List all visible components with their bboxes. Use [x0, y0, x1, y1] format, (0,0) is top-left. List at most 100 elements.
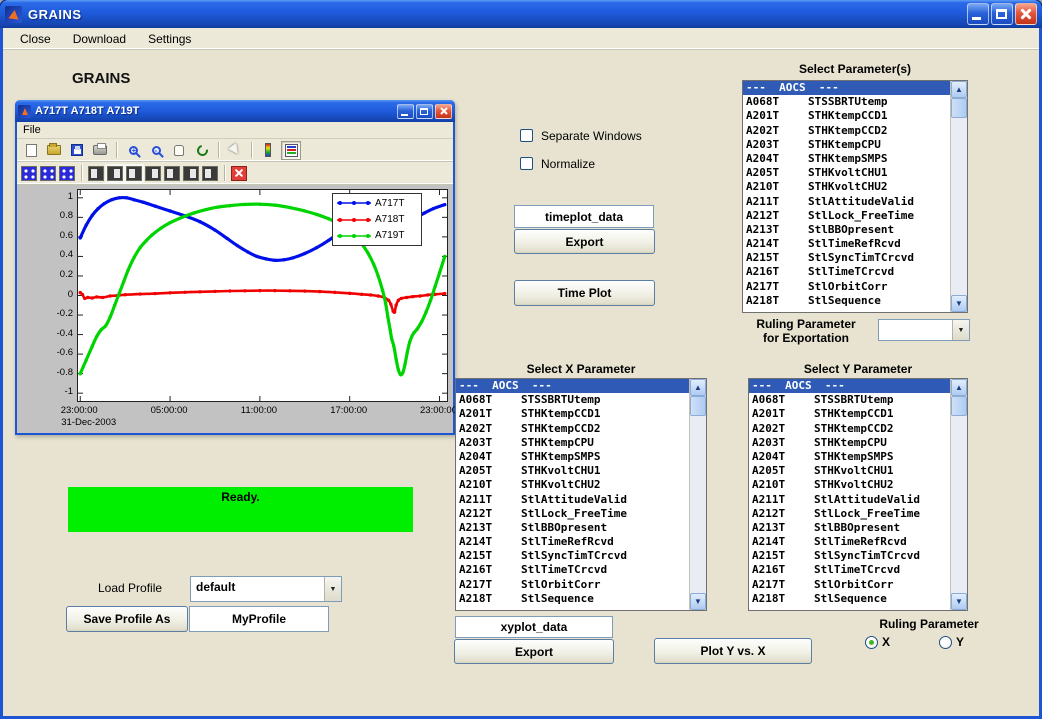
title-bar[interactable]: GRAINS: [0, 0, 1042, 28]
list-item[interactable]: A216TStlTimeTCrcvd: [743, 265, 950, 279]
close-button[interactable]: [1015, 3, 1037, 25]
timeplot-data-field[interactable]: [514, 205, 654, 228]
subplot-blue-3-icon[interactable]: [59, 166, 75, 181]
list-item[interactable]: A205TSTHKvoltCHU1: [456, 464, 689, 478]
select-x-parameter-list[interactable]: --- AOCS ---A068TSTSSBRTUtempA201TSTHKte…: [455, 378, 707, 611]
pan-icon[interactable]: [169, 141, 189, 160]
list-item[interactable]: A204TSTHKtempSMPS: [743, 152, 950, 166]
list-item[interactable]: A215TStlSyncTimTCrcvd: [456, 549, 689, 563]
close-plots-icon[interactable]: [231, 166, 247, 181]
list-item[interactable]: A218TStlSequence: [456, 592, 689, 606]
list-item[interactable]: --- AOCS ---: [749, 379, 950, 393]
separate-windows-checkbox[interactable]: [520, 129, 533, 142]
subplot-blue-2-icon[interactable]: [40, 166, 56, 181]
list-item[interactable]: A214TStlTimeRefRcvd: [743, 237, 950, 251]
figure-title-bar[interactable]: A717T A718T A719T: [15, 100, 455, 122]
list-item[interactable]: A217TStlOrbitCorr: [743, 280, 950, 294]
list-item[interactable]: A213TStlBBOpresent: [456, 521, 689, 535]
print-icon[interactable]: [90, 141, 110, 160]
radio-x-icon[interactable]: [865, 636, 878, 649]
list-item[interactable]: A210TSTHKvoltCHU2: [749, 478, 950, 492]
list-item[interactable]: A202TSTHKtempCCD2: [743, 124, 950, 138]
scroll-up-icon[interactable]: ▲: [951, 81, 967, 98]
time-plot-button[interactable]: Time Plot: [514, 280, 655, 306]
list-item[interactable]: --- AOCS ---: [743, 81, 950, 95]
list-item[interactable]: A202TSTHKtempCCD2: [456, 422, 689, 436]
list-item[interactable]: A216TStlTimeTCrcvd: [749, 563, 950, 577]
minimize-button[interactable]: [967, 3, 989, 25]
list-item[interactable]: A210TSTHKvoltCHU2: [743, 180, 950, 194]
list-item[interactable]: A201TSTHKtempCCD1: [749, 407, 950, 421]
layout-3-icon[interactable]: [126, 166, 142, 181]
ruling-y-radio[interactable]: Y: [939, 635, 964, 649]
figure-minimize-button[interactable]: [397, 104, 414, 119]
xyplot-data-field[interactable]: [455, 616, 613, 638]
figure-close-button[interactable]: [435, 104, 452, 119]
list-item[interactable]: A211TStlAttitudeValid: [456, 493, 689, 507]
menu-close[interactable]: Close: [11, 30, 60, 48]
normalize-checkbox[interactable]: [520, 157, 533, 170]
figure-menu-file[interactable]: File: [17, 123, 47, 137]
data-cursor-icon[interactable]: [225, 141, 245, 160]
list-item[interactable]: A217TStlOrbitCorr: [749, 578, 950, 592]
vertical-scrollbar[interactable]: ▲▼: [950, 379, 967, 610]
list-item[interactable]: A213TStlBBOpresent: [749, 521, 950, 535]
list-item[interactable]: A203TSTHKtempCPU: [749, 436, 950, 450]
list-item[interactable]: A203TSTHKtempCPU: [456, 436, 689, 450]
save-profile-as-button[interactable]: Save Profile As: [66, 606, 188, 632]
list-item[interactable]: A217TStlOrbitCorr: [456, 578, 689, 592]
scroll-up-icon[interactable]: ▲: [951, 379, 967, 396]
radio-y-icon[interactable]: [939, 636, 952, 649]
subplot-blue-1-icon[interactable]: [21, 166, 37, 181]
scroll-down-icon[interactable]: ▼: [690, 593, 706, 610]
list-item[interactable]: A218TStlSequence: [749, 592, 950, 606]
select-parameters-list[interactable]: --- AOCS ---A068TSTSSBRTUtempA201TSTHKte…: [742, 80, 968, 313]
list-item[interactable]: A201TSTHKtempCCD1: [743, 109, 950, 123]
list-item[interactable]: A214TStlTimeRefRcvd: [456, 535, 689, 549]
list-item[interactable]: A201TSTHKtempCCD1: [456, 407, 689, 421]
list-item[interactable]: A212TStlLock_FreeTime: [749, 507, 950, 521]
zoom-in-icon[interactable]: +: [123, 141, 143, 160]
vertical-scrollbar[interactable]: ▲▼: [689, 379, 706, 610]
list-item[interactable]: A205TSTHKvoltCHU1: [749, 464, 950, 478]
list-item[interactable]: A203TSTHKtempCPU: [743, 138, 950, 152]
zoom-out-icon[interactable]: -: [146, 141, 166, 160]
scroll-thumb[interactable]: [690, 396, 706, 416]
chevron-down-icon[interactable]: ▼: [952, 320, 969, 340]
load-profile-combo[interactable]: default ▼: [190, 576, 342, 602]
list-item[interactable]: A213TStlBBOpresent: [743, 223, 950, 237]
list-item[interactable]: A212TStlLock_FreeTime: [456, 507, 689, 521]
list-item[interactable]: A218TStlSequence: [743, 294, 950, 308]
list-item[interactable]: A068TSTSSBRTUtemp: [456, 393, 689, 407]
list-item[interactable]: A068TSTSSBRTUtemp: [743, 95, 950, 109]
maximize-button[interactable]: [991, 3, 1013, 25]
menu-download[interactable]: Download: [64, 30, 135, 48]
profile-name-field[interactable]: [189, 606, 329, 632]
list-item[interactable]: A210TSTHKvoltCHU2: [456, 478, 689, 492]
scroll-thumb[interactable]: [951, 98, 967, 118]
layout-7-icon[interactable]: [202, 166, 218, 181]
layout-2-icon[interactable]: [107, 166, 123, 181]
export-time-button[interactable]: Export: [514, 229, 655, 254]
list-item[interactable]: A215TStlSyncTimTCrcvd: [743, 251, 950, 265]
menu-settings[interactable]: Settings: [139, 30, 200, 48]
figure-maximize-button[interactable]: [416, 104, 433, 119]
new-file-icon[interactable]: [21, 141, 41, 160]
list-item[interactable]: A202TSTHKtempCCD2: [749, 422, 950, 436]
colorbar-icon[interactable]: [258, 141, 278, 160]
scroll-thumb[interactable]: [951, 396, 967, 416]
layout-6-icon[interactable]: [183, 166, 199, 181]
export-xy-button[interactable]: Export: [454, 639, 614, 664]
layout-5-icon[interactable]: [164, 166, 180, 181]
chevron-down-icon[interactable]: ▼: [324, 577, 341, 601]
save-icon[interactable]: [67, 141, 87, 160]
list-item[interactable]: A214TStlTimeRefRcvd: [749, 535, 950, 549]
list-item[interactable]: A212TStlLock_FreeTime: [743, 209, 950, 223]
scroll-down-icon[interactable]: ▼: [951, 593, 967, 610]
vertical-scrollbar[interactable]: ▲▼: [950, 81, 967, 312]
scroll-up-icon[interactable]: ▲: [690, 379, 706, 396]
scroll-down-icon[interactable]: ▼: [951, 295, 967, 312]
list-item[interactable]: A211TStlAttitudeValid: [749, 493, 950, 507]
list-item[interactable]: A211TStlAttitudeValid: [743, 195, 950, 209]
list-item[interactable]: A204TSTHKtempSMPS: [456, 450, 689, 464]
